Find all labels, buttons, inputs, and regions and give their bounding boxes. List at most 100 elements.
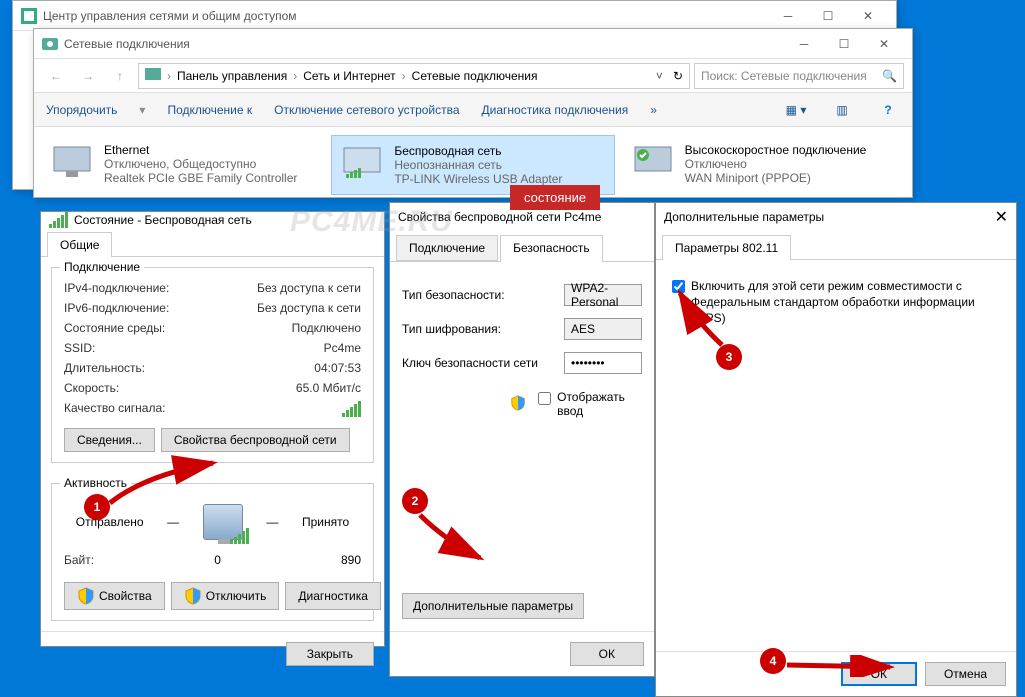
bytes-label: Байт: — [64, 553, 94, 567]
connection-adapter: TP-LINK Wireless USB Adapter — [394, 172, 562, 186]
tab-security[interactable]: Безопасность — [500, 235, 603, 262]
watermark: PC4ME.RU — [290, 205, 453, 239]
annotation-marker-4: 4 — [760, 648, 786, 674]
connection-name: Высокоскоростное подключение — [685, 143, 867, 157]
breadcrumb-dropdown[interactable]: ˅ — [656, 69, 663, 83]
key-input[interactable]: •••••••• — [564, 352, 642, 374]
preview-pane-icon[interactable]: ▥ — [830, 98, 854, 122]
close-button[interactable]: ✕ — [848, 2, 888, 30]
duration-label: Длительность: — [64, 361, 145, 375]
crumb-item[interactable]: Сеть и Интернет — [303, 69, 395, 83]
annotation-arrow-1 — [105, 455, 225, 510]
diagnose-button[interactable]: Диагностика — [285, 582, 381, 610]
back-button[interactable]: ← — [42, 63, 70, 89]
sent-label: Отправлено — [76, 515, 144, 529]
advanced-params-dialog: Дополнительные параметры ✕ Параметры 802… — [655, 202, 1017, 697]
connections-list: Ethernet Отключено, Общедоступно Realtek… — [34, 127, 912, 203]
dialog-title: Дополнительные параметры — [664, 210, 824, 224]
connection-status: Отключено — [685, 157, 867, 171]
crumb-item[interactable]: Сетевые подключения — [412, 69, 538, 83]
address-bar: ← → ↑ › Панель управления › Сеть и Интер… — [34, 59, 912, 93]
connection-group: Подключение IPv4-подключение:Без доступа… — [51, 267, 374, 463]
minimize-button[interactable]: ─ — [784, 30, 824, 58]
maximize-button[interactable]: ☐ — [808, 2, 848, 30]
media-label: Состояние среды: — [64, 321, 165, 335]
sectype-label: Тип безопасности: — [402, 288, 552, 302]
help-icon[interactable]: ? — [876, 98, 900, 122]
dialog-footer: Закрыть — [41, 631, 384, 676]
diagnose-button[interactable]: Диагностика подключения — [482, 103, 629, 117]
annotation-arrow-4 — [785, 655, 900, 677]
properties-button[interactable]: Свойства — [64, 582, 165, 610]
shield-icon — [510, 395, 526, 413]
tabs: Подключение Безопасность — [390, 235, 654, 262]
recv-label: Принято — [302, 515, 349, 529]
annotation-marker-2: 2 — [402, 488, 428, 514]
signal-bars — [342, 401, 361, 417]
cancel-button[interactable]: Отмена — [925, 662, 1006, 686]
duration-value: 04:07:53 — [314, 361, 361, 375]
ssid-value: Pc4me — [324, 341, 361, 355]
search-input[interactable]: Поиск: Сетевые подключения 🔍 — [694, 63, 904, 89]
tab-general[interactable]: Общие — [47, 232, 112, 257]
network-connections-window: Сетевые подключения ─ ☐ ✕ ← → ↑ › Панель… — [33, 28, 913, 198]
search-placeholder: Поиск: Сетевые подключения — [701, 69, 867, 83]
connection-adapter: Realtek PCIe GBE Family Controller — [104, 171, 297, 185]
dash: — — [266, 515, 278, 529]
close-button[interactable]: ✕ — [864, 30, 904, 58]
ipv4-label: IPv4-подключение: — [64, 281, 169, 295]
close-button[interactable]: Закрыть — [286, 642, 374, 666]
bytes-recv: 890 — [341, 553, 361, 567]
maximize-button[interactable]: ☐ — [824, 30, 864, 58]
key-label: Ключ безопасности сети — [402, 356, 552, 370]
annotation-marker-3: 3 — [716, 344, 742, 370]
signal-icon — [49, 212, 68, 228]
connection-ethernet[interactable]: Ethernet Отключено, Общедоступно Realtek… — [42, 135, 323, 195]
signal-label: Качество сигнала: — [64, 401, 165, 417]
activity-signal-icon — [230, 528, 249, 544]
connect-to-button[interactable]: Подключение к — [167, 103, 252, 117]
connection-status: Неопознанная сеть — [394, 158, 562, 172]
folder-icon — [145, 66, 161, 85]
disconnect-button[interactable]: Отключить — [171, 582, 280, 610]
view-mode-icon[interactable]: ▦ ▾ — [784, 98, 808, 122]
sectype-dropdown[interactable]: WPA2-Personal — [564, 284, 642, 306]
bytes-sent: 0 — [214, 553, 221, 567]
refresh-icon[interactable]: ↻ — [673, 69, 683, 83]
fips-label: Включить для этой сети режим совместимос… — [691, 278, 1000, 327]
organize-menu[interactable]: Упорядочить — [46, 103, 117, 117]
forward-button[interactable]: → — [74, 63, 102, 89]
speed-value: 65.0 Мбит/с — [296, 381, 361, 395]
enc-dropdown[interactable]: AES — [564, 318, 642, 340]
crumb-item[interactable]: Панель управления — [177, 69, 287, 83]
ok-button[interactable]: ОК — [570, 642, 644, 666]
annotation-arrow-2 — [415, 510, 495, 565]
app-icon — [42, 36, 58, 52]
connection-broadband[interactable]: Высокоскоростное подключение Отключено W… — [623, 135, 904, 195]
wireless-properties-button[interactable]: Свойства беспроводной сети — [161, 428, 350, 452]
minimize-button[interactable]: ─ — [768, 2, 808, 30]
breadcrumb[interactable]: › Панель управления › Сеть и Интернет › … — [138, 63, 690, 89]
connection-adapter: WAN Miniport (PPPOE) — [685, 171, 867, 185]
details-button[interactable]: Сведения... — [64, 428, 155, 452]
annotation-arrow-3 — [672, 287, 732, 352]
wireless-icon — [340, 144, 384, 184]
titlebar: Центр управления сетями и общим доступом… — [13, 1, 896, 31]
window-title: Сетевые подключения — [64, 37, 784, 51]
show-chars-checkbox[interactable]: Отображать ввод — [538, 386, 642, 422]
advanced-params-button[interactable]: Дополнительные параметры — [402, 593, 584, 619]
connection-name: Беспроводная сеть — [394, 144, 562, 158]
ssid-label: SSID: — [64, 341, 95, 355]
titlebar: Сетевые подключения ─ ☐ ✕ — [34, 29, 912, 59]
disable-device-button[interactable]: Отключение сетевого устройства — [274, 103, 459, 117]
dialog-title: Состояние - Беспроводная сеть — [74, 213, 252, 227]
tab-802-11[interactable]: Параметры 802.11 — [662, 235, 791, 260]
ethernet-icon — [50, 143, 94, 183]
shield-icon — [77, 587, 95, 605]
close-button[interactable]: ✕ — [995, 207, 1008, 227]
more-button[interactable]: » — [650, 103, 657, 117]
ipv4-value: Без доступа к сети — [257, 281, 361, 295]
up-button[interactable]: ↑ — [106, 63, 134, 89]
dialog-titlebar: Дополнительные параметры ✕ — [656, 203, 1016, 231]
enc-label: Тип шифрования: — [402, 322, 552, 336]
